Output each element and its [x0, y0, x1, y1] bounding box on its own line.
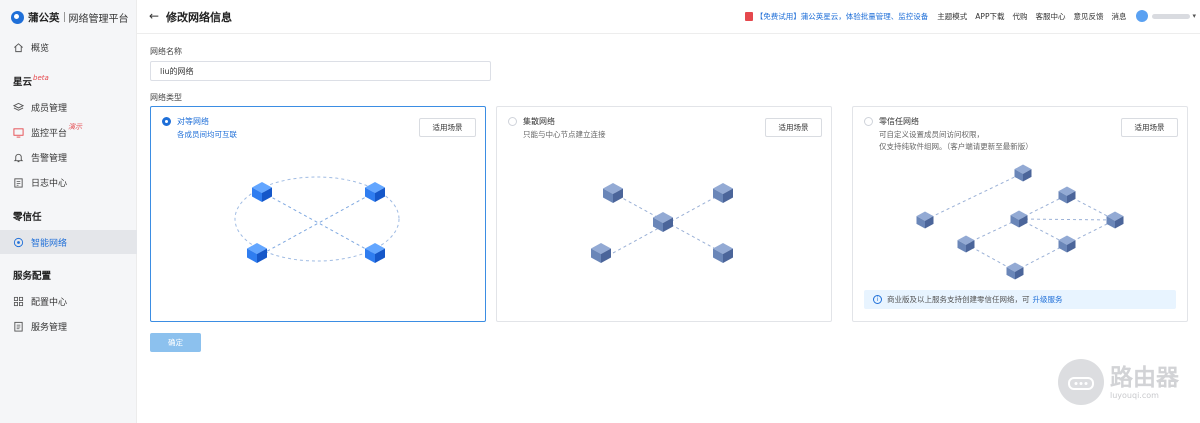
sidebar-item-monitor[interactable]: 监控平台 演示	[0, 120, 137, 144]
promo-link[interactable]: 【免费试用】蒲公英星云，体验批量管理、监控设备	[756, 11, 929, 22]
sidebar-item-label: 告警管理	[31, 153, 68, 164]
beta-badge: beta	[33, 74, 49, 82]
theme-mode-link[interactable]: 主题模式	[937, 11, 967, 22]
notice-text: 商业版及以上服务支持创建零信任网络，可	[887, 295, 1030, 304]
peer-network-diagram	[234, 176, 400, 263]
network-type-label: 网络类型	[150, 93, 182, 102]
sidebar-item-label: 成员管理	[31, 103, 68, 114]
sidebar-item-label: 概览	[31, 43, 50, 54]
sidebar-item-config-center[interactable]: 配置中心	[0, 289, 137, 313]
network-icon	[13, 237, 24, 248]
sidebar-item-service-management[interactable]: 服务管理	[0, 314, 137, 338]
device-node	[916, 211, 934, 229]
header-actions: 【免费试用】蒲公英星云，体验批量管理、监控设备 主题模式 APP下载 代购 客服…	[744, 10, 1196, 22]
sidebar-item-label: 配置中心	[31, 297, 68, 308]
grid-icon	[13, 296, 24, 307]
nav-group-nebula: 星云beta	[13, 74, 49, 88]
network-type-card-hub[interactable]: 集散网络 只能与中心节点建立连接 适用场景	[496, 106, 832, 322]
hub-network-diagram	[591, 183, 733, 263]
avatar[interactable]	[1136, 10, 1149, 22]
device-node	[1106, 211, 1124, 229]
clipboard-icon	[13, 177, 24, 188]
upgrade-notice: i 商业版及以上服务支持创建零信任网络，可 升级服务	[864, 290, 1176, 309]
home-icon	[13, 42, 24, 53]
bell-icon	[13, 152, 24, 163]
brand-divider	[63, 12, 65, 22]
nav-group-label: 服务配置	[13, 271, 52, 282]
arrow-left-icon[interactable]: ←	[149, 9, 159, 23]
info-icon: i	[873, 295, 882, 304]
nav-group-label: 星云	[13, 77, 33, 88]
device-node	[591, 243, 611, 263]
device-node	[365, 182, 385, 202]
sidebar: 蒲公英 网络管理平台 概览 星云beta 成员管理 监控平台 演示 告警管理 日…	[0, 0, 137, 423]
network-name-input[interactable]	[150, 61, 491, 81]
device-node	[247, 243, 267, 263]
username-redacted[interactable]	[1152, 13, 1191, 19]
device-node	[1010, 210, 1028, 228]
sidebar-item-label: 智能网络	[31, 238, 68, 249]
messages-link[interactable]: 消息	[1111, 11, 1126, 22]
layers-icon	[13, 102, 24, 113]
device-node	[603, 183, 623, 203]
chevron-down-icon[interactable]: ▾	[1192, 12, 1196, 20]
page-title: 修改网络信息	[166, 11, 232, 24]
sidebar-item-label: 监控平台	[31, 128, 68, 139]
upgrade-service-link[interactable]: 升级服务	[1033, 294, 1063, 305]
sidebar-item-overview[interactable]: 概览	[0, 35, 137, 59]
monitor-icon	[13, 127, 24, 138]
device-node	[1006, 262, 1024, 280]
app-download-link[interactable]: APP下载	[975, 11, 1004, 22]
app-root: 蒲公英 网络管理平台 概览 星云beta 成员管理 监控平台 演示 告警管理 日…	[0, 0, 1200, 423]
purchase-link[interactable]: 代购	[1012, 11, 1027, 22]
device-node	[1058, 186, 1076, 204]
sidebar-item-label: 日志中心	[31, 178, 68, 189]
confirm-button[interactable]: 确定	[150, 333, 201, 352]
watermark-url: luyouqi.com	[1110, 390, 1159, 400]
sidebar-item-label: 服务管理	[31, 322, 68, 333]
network-type-card-peer[interactable]: 对等网络 各成员间均可互联 适用场景	[150, 106, 486, 322]
brand-logo-icon	[11, 10, 24, 24]
device-node	[713, 243, 733, 263]
document-icon	[13, 321, 24, 332]
customer-service-link[interactable]: 客服中心	[1035, 11, 1065, 22]
network-type-card-zero-trust[interactable]: 零信任网络 可自定义设置成员间访问权限， 仅支持纯软件组网。（客户端请更新至最新…	[852, 106, 1188, 322]
demo-badge: 演示	[68, 123, 83, 131]
sidebar-item-alerts[interactable]: 告警管理	[0, 145, 137, 169]
site-watermark: 路由器 luyouqi.com	[1058, 359, 1179, 405]
brand-subtitle: 网络管理平台	[68, 13, 129, 25]
watermark-title: 路由器	[1110, 364, 1179, 391]
sidebar-item-members[interactable]: 成员管理	[0, 95, 137, 119]
feedback-link[interactable]: 意见反馈	[1073, 11, 1103, 22]
device-node	[1058, 235, 1076, 253]
nav-group-label: 零信任	[13, 212, 42, 223]
device-node	[252, 182, 272, 202]
nav-group-zero-trust: 零信任	[13, 209, 42, 223]
device-node	[365, 243, 385, 263]
brand[interactable]: 蒲公英 网络管理平台	[11, 8, 129, 26]
top-header: ← 修改网络信息 【免费试用】蒲公英星云，体验批量管理、监控设备 主题模式 AP…	[137, 0, 1200, 34]
gift-icon	[744, 11, 753, 21]
brand-name: 蒲公英	[28, 11, 60, 24]
router-logo-icon	[1058, 359, 1104, 405]
device-node	[1014, 164, 1032, 182]
nav-group-service-config: 服务配置	[13, 268, 51, 282]
sidebar-item-smart-network[interactable]: 智能网络	[0, 230, 137, 254]
device-node	[957, 235, 975, 253]
device-node	[713, 183, 733, 203]
sidebar-item-logs[interactable]: 日志中心	[0, 170, 137, 194]
network-name-label: 网络名称	[150, 47, 182, 56]
